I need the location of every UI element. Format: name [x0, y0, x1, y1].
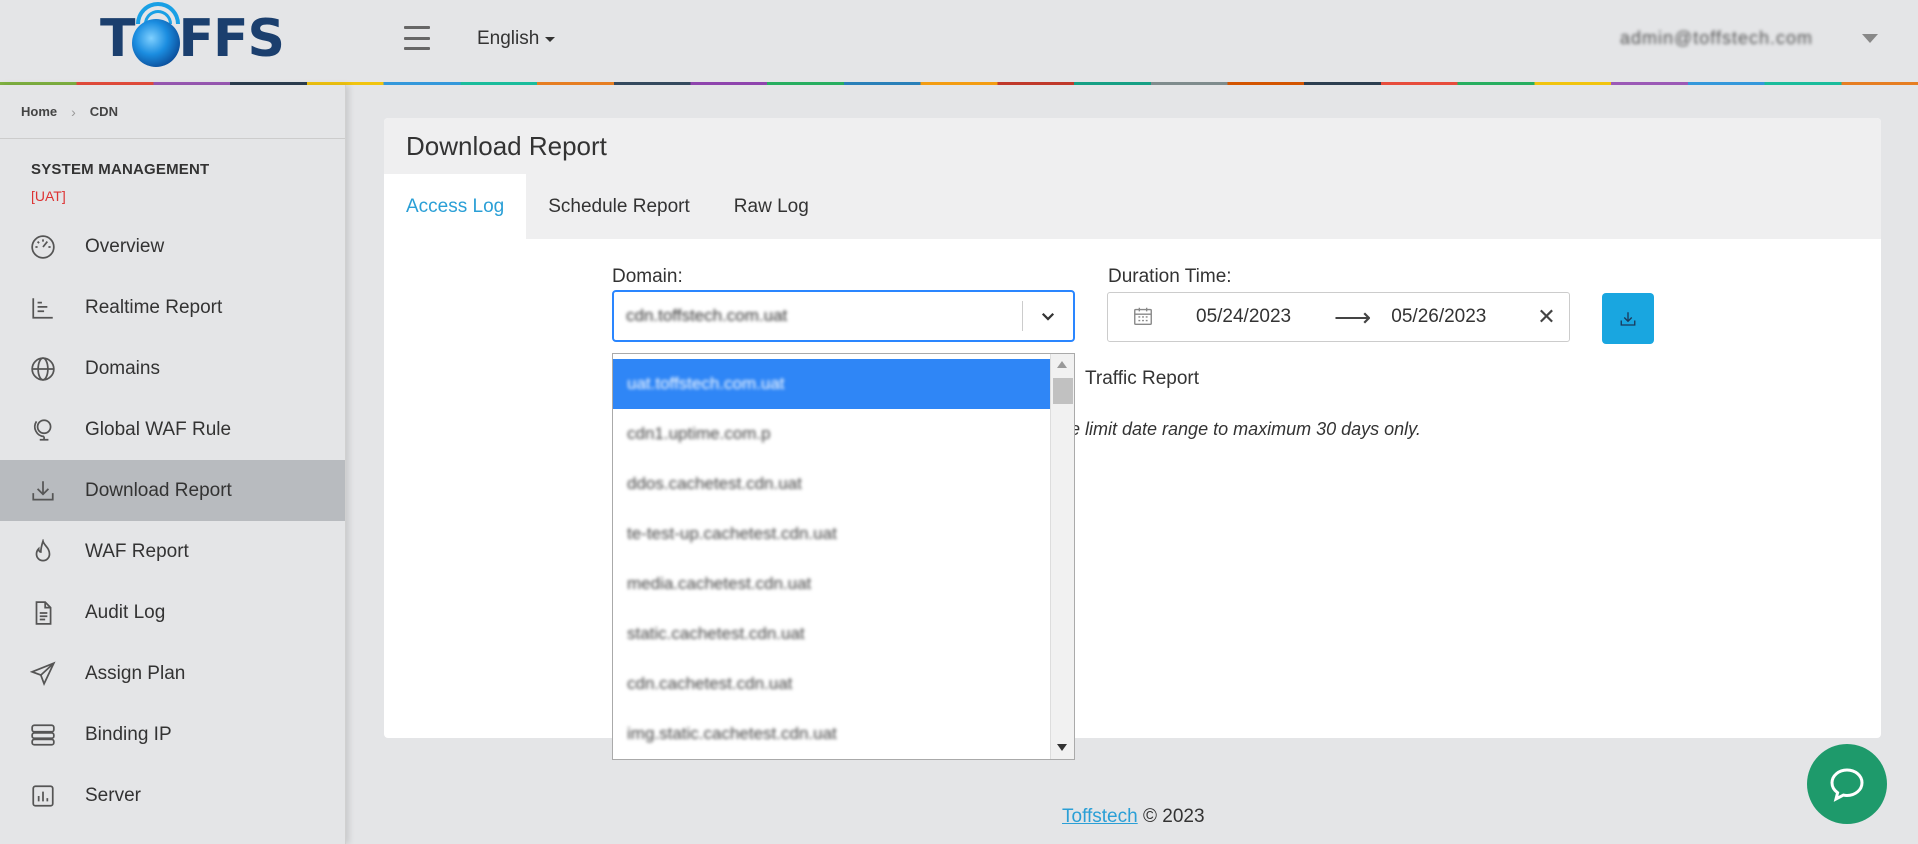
- sidebar-item-label: Download Report: [85, 479, 232, 501]
- domain-option-text: uat.toffstech.com.uat: [627, 374, 785, 393]
- logo-text: T FFS: [100, 9, 285, 69]
- sidebar-item-label: Audit Log: [85, 601, 166, 623]
- domain-option-text: ddos.cachetest.cdn.uat: [627, 474, 802, 493]
- tab-bar: Access Log Schedule Report Raw Log: [384, 174, 1881, 239]
- breadcrumb-home[interactable]: Home: [21, 104, 57, 119]
- section-title: SYSTEM MANAGEMENT: [31, 161, 210, 178]
- domain-selected-value: cdn.toffstech.com.uat: [626, 306, 788, 325]
- domain-option[interactable]: te-test-up.cachetest.cdn.uat: [613, 509, 1050, 559]
- logo-text-left: T: [100, 9, 135, 69]
- download-button[interactable]: [1602, 293, 1654, 344]
- date-range-picker[interactable]: 05/24/2023 ⟶ 05/26/2023 ✕: [1107, 292, 1570, 342]
- dropdown-scrollbar[interactable]: [1050, 354, 1074, 759]
- domain-option[interactable]: ddos.cachetest.cdn.uat: [613, 459, 1050, 509]
- domain-options: uat.toffstech.com.uat cdn1.uptime.com.p …: [613, 359, 1050, 759]
- globe-stand-icon: [30, 417, 56, 443]
- toffs-logo[interactable]: T FFS: [100, 2, 285, 74]
- sidebar: Home › CDN SYSTEM MANAGEMENT [UAT] Overv…: [0, 85, 346, 844]
- language-label: English: [477, 28, 540, 49]
- domain-option[interactable]: static.cachetest.cdn.uat: [613, 609, 1050, 659]
- download-icon: [30, 478, 56, 504]
- file-icon: [30, 600, 56, 626]
- sidebar-item-download-report[interactable]: Download Report: [0, 460, 345, 521]
- domain-option[interactable]: media.cachetest.cdn.uat: [613, 559, 1050, 609]
- domain-option[interactable]: img.static.cachetest.cdn.uat: [613, 709, 1050, 759]
- tab-raw-log[interactable]: Raw Log: [712, 174, 831, 239]
- scroll-up-icon[interactable]: [1057, 361, 1067, 368]
- date-range-note: e limit date range to maximum 30 days on…: [1070, 419, 1421, 439]
- scroll-down-icon[interactable]: [1057, 744, 1067, 751]
- language-dropdown[interactable]: English: [477, 28, 556, 50]
- domain-option[interactable]: cdn.cachetest.cdn.uat: [613, 659, 1050, 709]
- sidebar-item-label: WAF Report: [85, 540, 189, 562]
- fire-icon: [30, 538, 56, 565]
- domain-option[interactable]: cdn1.uptime.com.p: [613, 409, 1050, 459]
- download-icon: [1620, 311, 1636, 326]
- dashboard-icon: [30, 234, 56, 260]
- sidebar-item-label: Server: [85, 784, 141, 806]
- domain-option-text: img.static.cachetest.cdn.uat: [627, 724, 837, 743]
- server-icon: [30, 722, 56, 748]
- end-date-input[interactable]: 05/26/2023: [1391, 306, 1499, 328]
- sidebar-item-label: Assign Plan: [85, 662, 186, 684]
- domain-option[interactable]: uat.toffstech.com.uat: [613, 359, 1050, 409]
- sidebar-item-overview[interactable]: Overview: [0, 216, 345, 277]
- footer-company-link[interactable]: Toffstech: [1062, 806, 1138, 827]
- chevron-right-icon: ›: [71, 103, 76, 120]
- sidebar-item-audit-log[interactable]: Audit Log: [0, 582, 345, 643]
- domain-option-text: static.cachetest.cdn.uat: [627, 624, 805, 643]
- menu-toggle-icon[interactable]: [404, 26, 430, 50]
- footer-copyright: © 2023: [1142, 806, 1205, 827]
- domain-option-text: media.cachetest.cdn.uat: [627, 574, 812, 593]
- duration-label: Duration Time:: [1108, 266, 1232, 287]
- chevron-down-icon[interactable]: [1023, 307, 1073, 325]
- domain-option-text: cdn1.uptime.com.p: [627, 424, 771, 443]
- calendar-icon: [1132, 305, 1156, 329]
- sidebar-item-assign-plan[interactable]: Assign Plan: [0, 643, 345, 704]
- user-menu-caret-icon[interactable]: [1862, 34, 1878, 43]
- breadcrumb: Home › CDN: [0, 85, 345, 139]
- scroll-thumb[interactable]: [1053, 378, 1073, 404]
- sidebar-item-realtime-report[interactable]: Realtime Report: [0, 277, 345, 338]
- env-badge: [UAT]: [31, 188, 66, 204]
- top-header: T FFS English admin@toffstech.com: [0, 0, 1918, 85]
- logo-globe-icon: [132, 19, 181, 67]
- sidebar-item-binding-ip[interactable]: Binding IP: [0, 704, 345, 765]
- domain-option-text: cdn.cachetest.cdn.uat: [627, 674, 793, 693]
- breadcrumb-current: CDN: [89, 104, 118, 119]
- chat-button[interactable]: [1807, 744, 1887, 824]
- sidebar-item-waf-report[interactable]: WAF Report: [0, 521, 345, 582]
- bar-chart-icon: [30, 783, 56, 809]
- arrow-right-icon: ⟶: [1334, 301, 1372, 332]
- caret-down-icon: [545, 36, 556, 42]
- sidebar-item-server[interactable]: Server: [0, 765, 345, 826]
- domain-option-text: te-test-up.cachetest.cdn.uat: [627, 524, 837, 543]
- globe-icon: [30, 356, 56, 382]
- domain-label: Domain:: [612, 266, 683, 287]
- chat-bubble-icon: [1830, 768, 1864, 802]
- tab-access-log[interactable]: Access Log: [384, 174, 527, 239]
- sidebar-item-label: Domains: [85, 357, 160, 379]
- domain-select[interactable]: cdn.toffstech.com.uat: [612, 290, 1075, 342]
- sidebar-item-domains[interactable]: Domains: [0, 338, 345, 399]
- sidebar-item-label: Global WAF Rule: [85, 418, 232, 440]
- start-date-input[interactable]: 05/24/2023: [1196, 306, 1304, 328]
- footer: Toffstech © 2023: [1062, 806, 1205, 828]
- logo-text-right: FFS: [178, 9, 284, 69]
- sidebar-nav: Overview Realtime Report Domains Global …: [0, 216, 345, 826]
- user-email[interactable]: admin@toffstech.com: [1620, 28, 1813, 49]
- domain-dropdown-list: uat.toffstech.com.uat cdn1.uptime.com.p …: [612, 353, 1075, 760]
- page-title: Download Report: [384, 118, 1881, 174]
- sidebar-item-label: Binding IP: [85, 723, 172, 745]
- sidebar-item-label: Overview: [85, 235, 165, 257]
- traffic-report-label: Traffic Report: [1085, 368, 1200, 389]
- line-chart-icon: [30, 295, 56, 321]
- tab-schedule-report[interactable]: Schedule Report: [526, 174, 712, 239]
- paper-plane-icon: [30, 661, 56, 687]
- sidebar-item-label: Realtime Report: [85, 296, 223, 318]
- sidebar-item-global-waf-rule[interactable]: Global WAF Rule: [0, 399, 345, 460]
- clear-icon[interactable]: ✕: [1537, 304, 1555, 330]
